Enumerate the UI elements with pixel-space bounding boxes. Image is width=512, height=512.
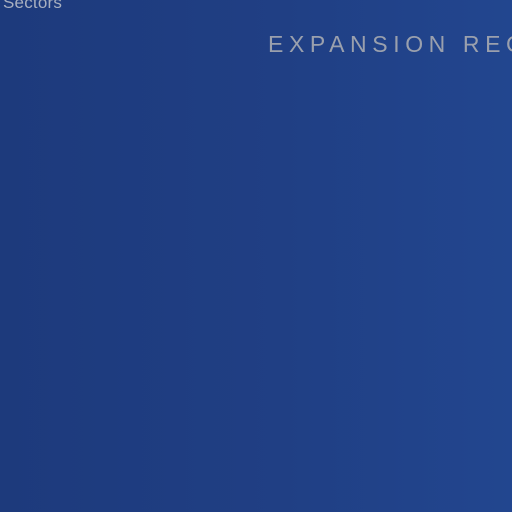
- sectors-nav-link[interactable]: Sectors: [3, 0, 62, 13]
- section-heading: EXPANSION REG: [268, 31, 512, 57]
- page: { "nav": { "sectors_label": "Sectors" },…: [0, 0, 512, 512]
